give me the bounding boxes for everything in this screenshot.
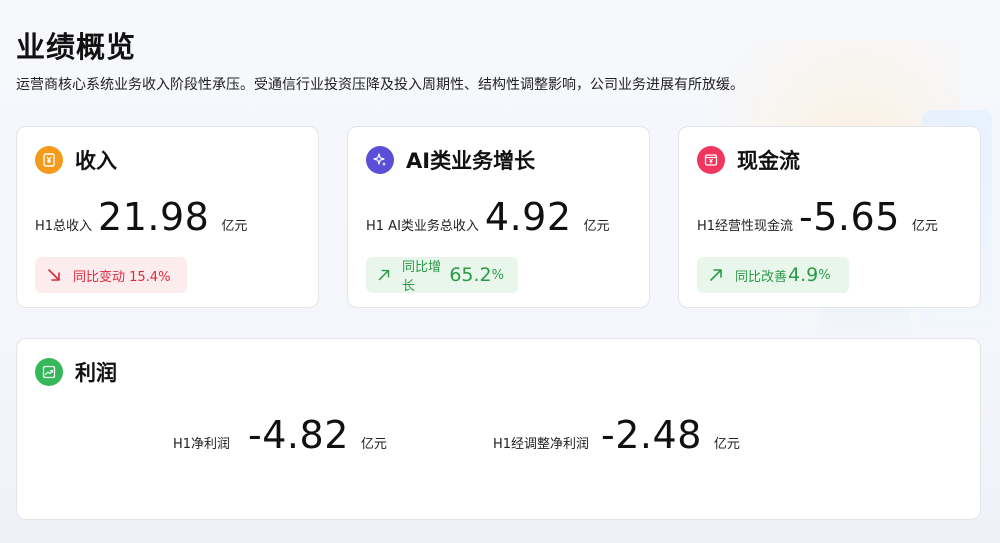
ai-label: H1 AI类业务总收入 xyxy=(366,219,479,234)
cashflow-card-header: 现金流 xyxy=(697,145,800,175)
ai-unit: 亿元 xyxy=(583,219,610,234)
cashflow-metric: H1经营性现金流 -5.65 亿元 xyxy=(697,195,938,239)
cashflow-improve-badge: 同比改善 4.9 % xyxy=(697,257,849,293)
profit-card: 利润 H1净利润 -4.82 亿元 H1经调整净利润 -2.48 亿元 xyxy=(16,338,981,520)
cash-box-icon xyxy=(697,146,725,174)
ai-card-title: AI类业务增长 xyxy=(406,149,536,173)
net-profit-unit: 亿元 xyxy=(360,437,387,452)
revenue-card-header: 收入 xyxy=(35,145,117,175)
adjusted-net-profit-label: H1经调整净利润 xyxy=(493,437,590,452)
adjusted-net-profit-value: -2.48 xyxy=(601,413,702,457)
cashflow-card: 现金流 H1经营性现金流 -5.65 亿元 同比改善 4.9 % xyxy=(678,126,981,308)
revenue-unit: 亿元 xyxy=(221,219,248,234)
adjusted-net-profit-metric: H1经调整净利润 -2.48 亿元 xyxy=(493,413,740,457)
arrow-down-right-icon xyxy=(48,269,60,281)
net-profit-label: H1净利润 xyxy=(173,437,231,452)
ai-growth-number: 65.2 xyxy=(449,264,492,286)
adjusted-net-profit-unit: 亿元 xyxy=(713,437,740,452)
revenue-change-badge: 同比变动 15.4% xyxy=(35,257,187,293)
ai-growth-badge: 同比增长 65.2 % xyxy=(366,257,518,294)
cashflow-value: -5.65 xyxy=(799,195,900,239)
yuan-document-icon xyxy=(35,146,63,174)
cashflow-improve-prefix: 同比改善 xyxy=(735,269,788,285)
page-subtitle: 运营商核心系统业务收入阶段性承压。受通信行业投资压降及投入周期性、结构性调整影响… xyxy=(16,77,744,93)
cashflow-improve-number: 4.9 xyxy=(788,264,819,286)
profit-card-header: 利润 xyxy=(35,357,117,387)
page-title: 业绩概览 xyxy=(16,30,137,64)
revenue-label: H1总收入 xyxy=(35,219,93,234)
profit-card-title: 利润 xyxy=(75,361,117,385)
ai-card-header: AI类业务增长 xyxy=(366,145,535,175)
arrow-up-right-icon xyxy=(710,269,722,281)
net-profit-metric: H1净利润 -4.82 亿元 xyxy=(173,413,387,457)
revenue-metric: H1总收入 21.98 亿元 xyxy=(35,195,247,239)
revenue-card: 收入 H1总收入 21.98 亿元 同比变动 15.4% xyxy=(16,126,319,308)
sparkle-icon xyxy=(366,146,394,174)
cashflow-improve-percent: % xyxy=(818,267,831,283)
cashflow-label: H1经营性现金流 xyxy=(697,219,794,234)
ai-growth-percent: % xyxy=(491,267,504,283)
ai-metric: H1 AI类业务总收入 4.92 亿元 xyxy=(366,195,610,239)
revenue-change-text: 同比变动 15.4% xyxy=(73,269,171,285)
net-profit-value: -4.82 xyxy=(248,413,349,457)
ai-growth-prefix: 同比增长 xyxy=(402,260,442,294)
revenue-value: 21.98 xyxy=(98,195,210,239)
cashflow-card-title: 现金流 xyxy=(737,149,800,173)
revenue-card-title: 收入 xyxy=(75,149,117,173)
arrow-up-right-icon xyxy=(378,269,390,281)
ai-business-card: AI类业务增长 H1 AI类业务总收入 4.92 亿元 同比增长 65.2 % xyxy=(347,126,650,308)
cashflow-unit: 亿元 xyxy=(911,219,938,234)
ai-value: 4.92 xyxy=(484,195,572,239)
profit-chart-icon xyxy=(35,358,63,386)
